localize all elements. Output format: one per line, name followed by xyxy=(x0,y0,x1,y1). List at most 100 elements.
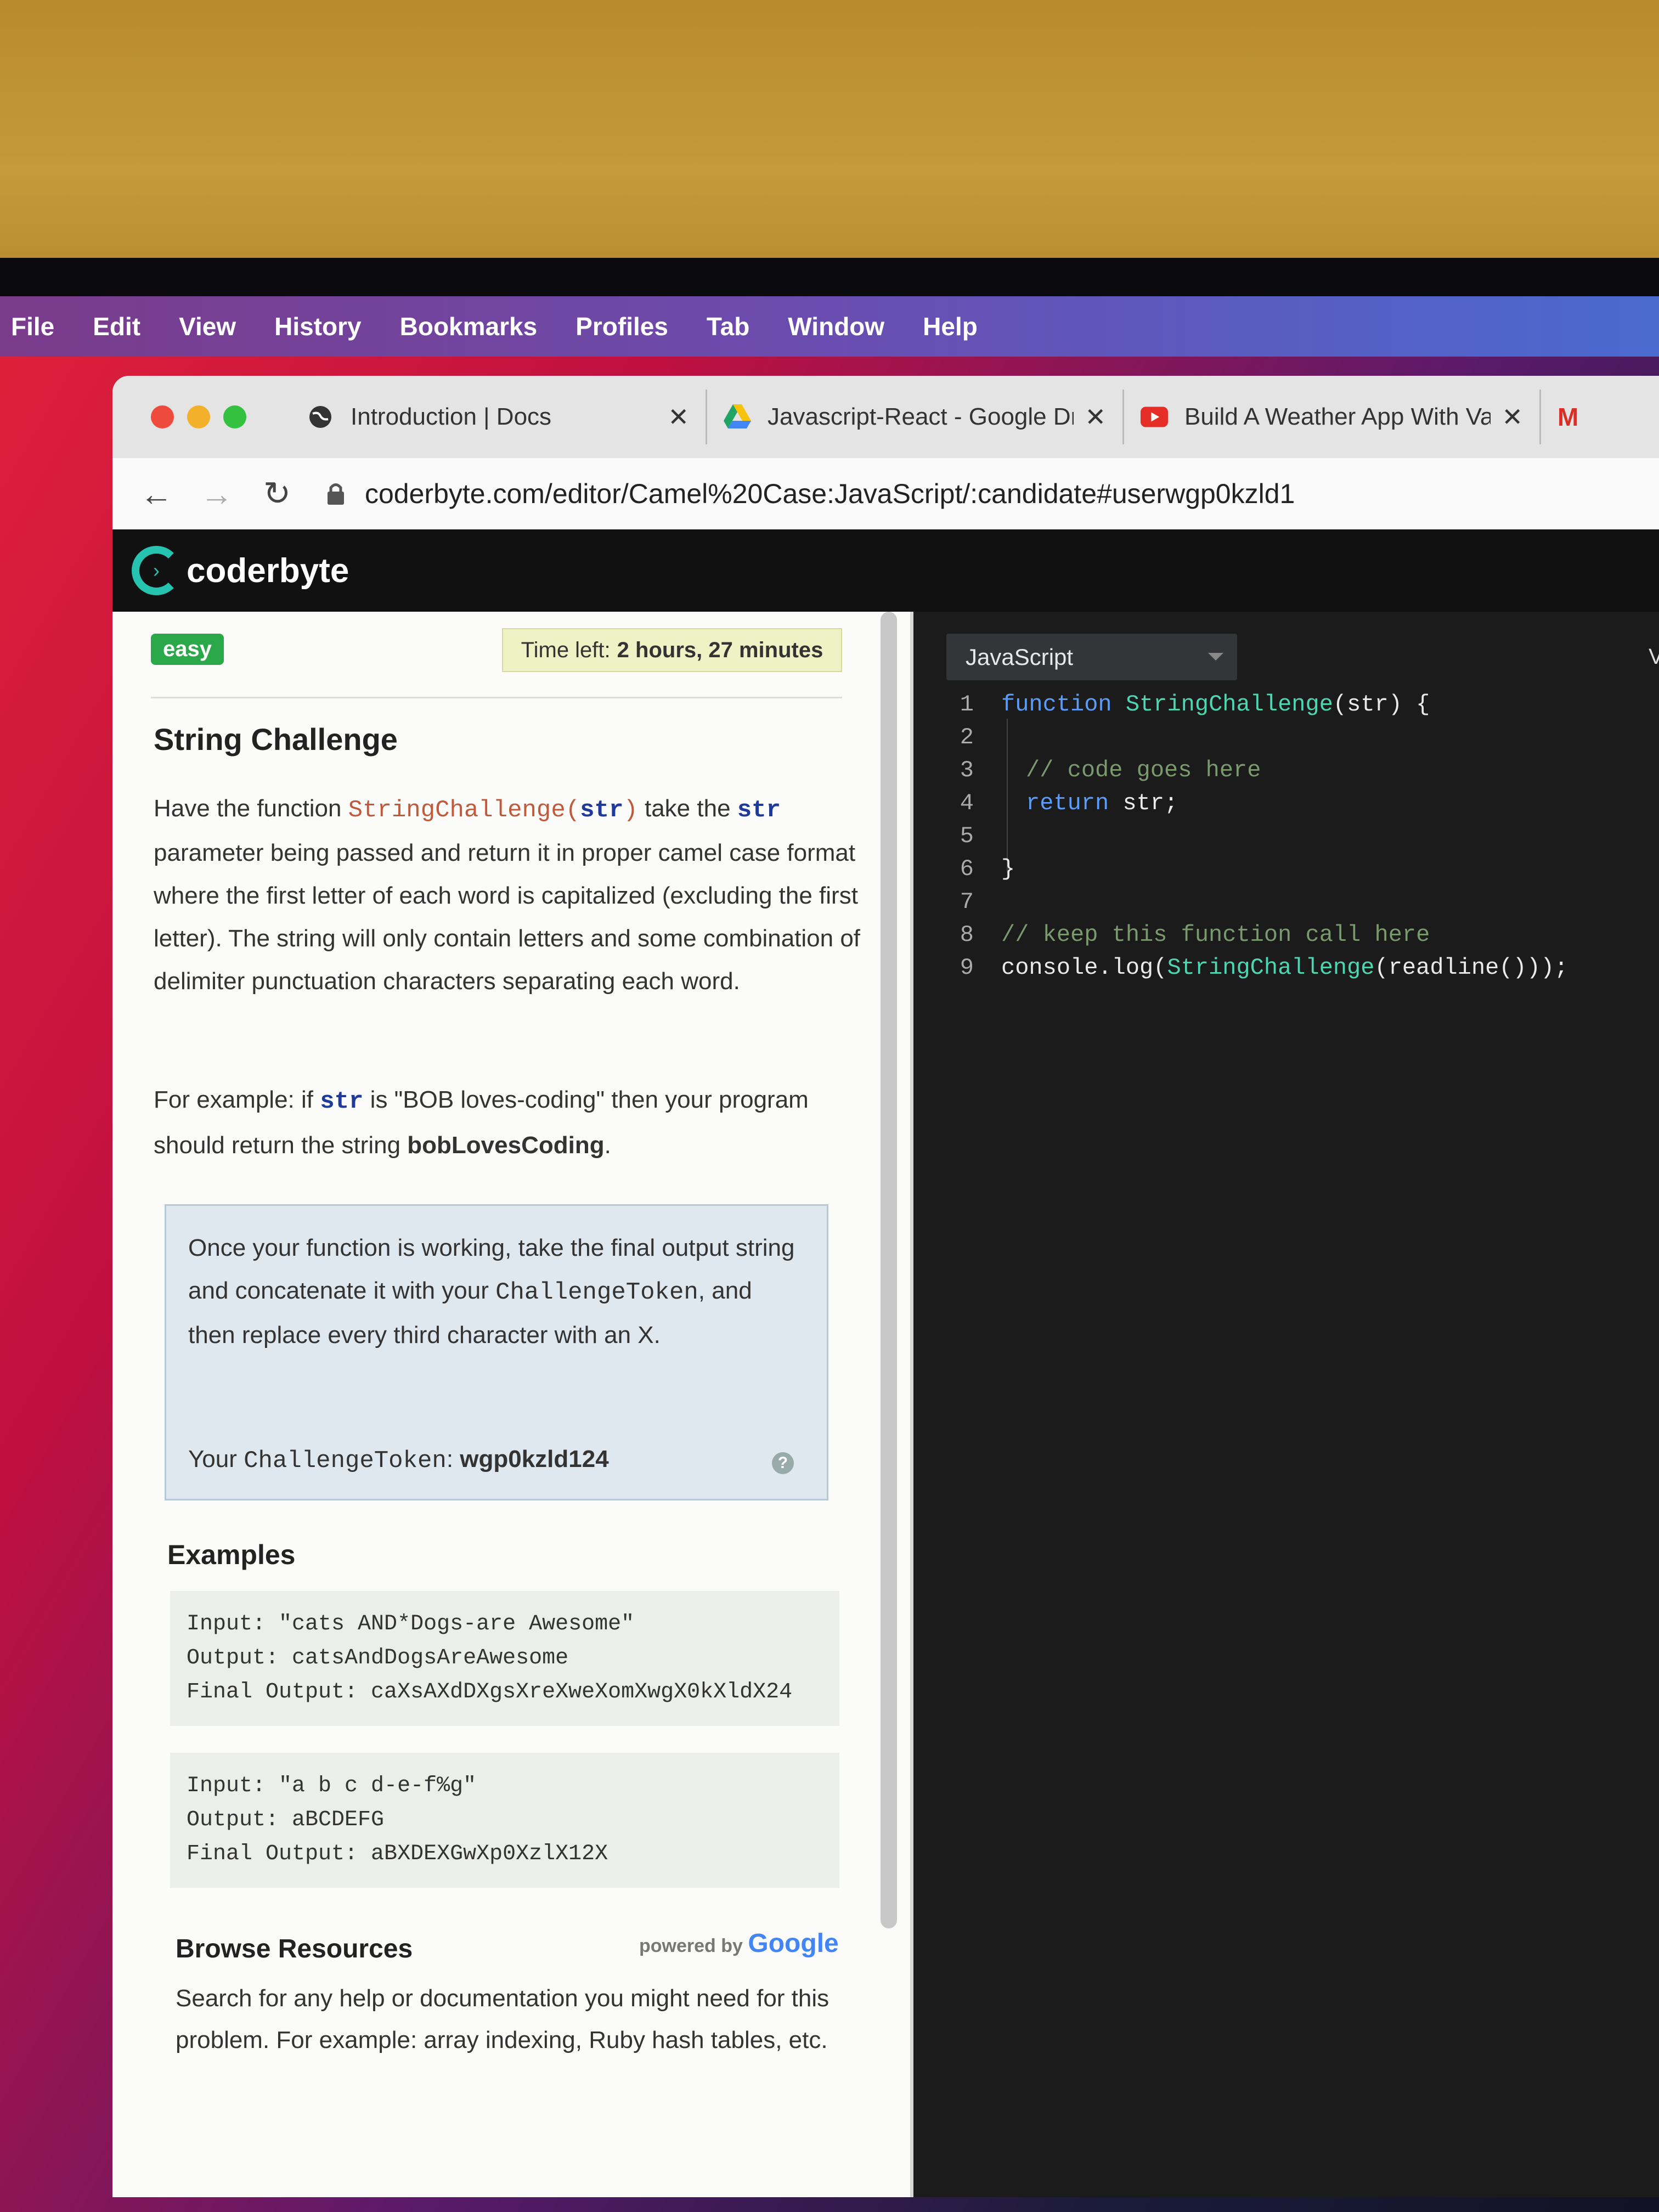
menu-help[interactable]: Help xyxy=(923,312,978,341)
difficulty-badge: easy xyxy=(151,634,224,665)
token-label: Your xyxy=(188,1446,244,1472)
tab-gmail[interactable]: M xyxy=(1541,390,1607,444)
example-final-output: Final Output: aBXDEXGwXp0XzlX12X xyxy=(187,1842,608,1866)
browser-window: Introduction | Docs ✕ Javascript-React -… xyxy=(112,376,1659,2197)
divider xyxy=(151,697,842,698)
mac-menu-bar: File Edit View History Bookmarks Profile… xyxy=(0,296,1659,357)
keyword: return xyxy=(1026,790,1123,816)
close-tab-icon[interactable]: ✕ xyxy=(1502,402,1523,432)
challenge-panel: easy Time left: 2 hours, 27 minutes Stri… xyxy=(112,612,913,2197)
code-token: (str) { xyxy=(1333,691,1430,718)
menu-history[interactable]: History xyxy=(274,312,361,341)
line-content: function StringChallenge(str) { xyxy=(1001,691,1430,718)
powered-by-label: powered by xyxy=(639,1936,743,1956)
tab-title: Javascript-React - Google Driv xyxy=(768,403,1074,430)
time-left-value: 2 hours, 27 minutes xyxy=(617,637,823,662)
str-keyword: str xyxy=(320,1088,364,1115)
line-number: 1 xyxy=(960,691,974,718)
lock-icon xyxy=(326,480,348,507)
desc-text: parameter being passed and return it in … xyxy=(154,839,861,995)
close-tab-icon[interactable]: ✕ xyxy=(1085,402,1106,432)
function-token: StringChallenge xyxy=(1125,691,1333,718)
line-number: 7 xyxy=(960,889,974,915)
maximize-window-button[interactable] xyxy=(223,405,246,428)
example-output: Output: aBCDEFG xyxy=(187,1808,385,1832)
menu-bookmarks[interactable]: Bookmarks xyxy=(400,312,538,341)
gmail-icon: M xyxy=(1558,403,1579,431)
window-controls xyxy=(151,405,246,428)
example-output: Output: catsAndDogsAreAwesome xyxy=(187,1646,569,1671)
line-number: 5 xyxy=(960,823,974,849)
monitor-bezel xyxy=(0,258,1659,302)
indent-guide xyxy=(1007,719,1008,872)
token-value: wgp0kzld124 xyxy=(460,1446,609,1472)
menu-profiles[interactable]: Profiles xyxy=(575,312,668,341)
browse-resources-text: Search for any help or documentation you… xyxy=(176,1985,830,2053)
examples-title: Examples xyxy=(167,1539,296,1570)
line-number: 6 xyxy=(960,856,974,882)
coderbyte-logo-icon: › xyxy=(132,546,181,595)
tab-title: Build A Weather App With Vani xyxy=(1184,403,1491,430)
token-instructions: Once your function is working, take the … xyxy=(188,1227,805,1357)
powered-by-google: powered by Google xyxy=(639,1928,839,1959)
str-keyword: str xyxy=(737,797,781,824)
example-block: Input: "a b c d-e-f%g" Output: aBCDEFG F… xyxy=(170,1753,839,1888)
tab-youtube[interactable]: Build A Weather App With Vani ✕ xyxy=(1124,390,1541,444)
editor-toolbar-label: V xyxy=(1649,645,1659,669)
line-number: 9 xyxy=(960,955,974,981)
token-label: : xyxy=(446,1446,460,1472)
address-bar: ← → ↻ coderbyte.com/editor/Camel%20Case:… xyxy=(112,458,1659,531)
google-drive-icon xyxy=(724,403,751,431)
menu-file[interactable]: File xyxy=(11,312,54,341)
forward-arrow-icon[interactable]: → xyxy=(200,475,233,513)
challenge-token-line: Your ChallengeToken: wgp0kzld124 xyxy=(188,1438,609,1482)
challenge-token-box: Once your function is working, take the … xyxy=(165,1204,828,1500)
code-token: (readline())); xyxy=(1374,955,1568,981)
example-final-output: Final Output: caXsAXdDXgsXreXweXomXwgX0k… xyxy=(187,1680,793,1705)
google-logo-icon: Google xyxy=(748,1929,839,1958)
code-editor[interactable]: JavaScript V 1 function StringChallenge(s… xyxy=(913,612,1659,2197)
keyword: function xyxy=(1001,691,1126,718)
code-token: } xyxy=(1001,856,1015,882)
tab-title: Introduction | Docs xyxy=(351,403,552,430)
menu-edit[interactable]: Edit xyxy=(93,312,140,341)
time-left-label: Time left: xyxy=(521,637,611,662)
line-number: 2 xyxy=(960,724,974,751)
example-input: Input: "a b c d-e-f%g" xyxy=(187,1774,477,1798)
menu-window[interactable]: Window xyxy=(788,312,884,341)
url-field[interactable]: coderbyte.com/editor/Camel%20Case:JavaSc… xyxy=(365,478,1295,510)
token-word: ChallengeToken xyxy=(495,1279,698,1306)
scrollbar[interactable] xyxy=(881,612,897,1928)
function-token: StringChallenge xyxy=(1167,955,1375,981)
code-comment: // keep this function call here xyxy=(1001,922,1430,948)
function-arg: str xyxy=(580,797,624,824)
function-name: StringChallenge( xyxy=(348,797,580,824)
language-select[interactable]: JavaScript xyxy=(946,634,1237,680)
help-icon[interactable]: ? xyxy=(772,1452,794,1474)
example-block: Input: "cats AND*Dogs-are Awesome" Outpu… xyxy=(170,1591,839,1726)
tab-introduction-docs[interactable]: Introduction | Docs ✕ xyxy=(290,390,707,444)
youtube-icon xyxy=(1141,403,1168,431)
tab-strip: Introduction | Docs ✕ Javascript-React -… xyxy=(112,376,1659,458)
close-tab-icon[interactable]: ✕ xyxy=(668,402,689,432)
menu-tab[interactable]: Tab xyxy=(707,312,749,341)
example-input: Input: "cats AND*Dogs-are Awesome" xyxy=(187,1612,635,1637)
code-comment: // code goes here xyxy=(1026,757,1261,783)
line-number: 8 xyxy=(960,922,974,948)
example-result: bobLovesCoding xyxy=(407,1132,605,1159)
reload-icon[interactable]: ↻ xyxy=(261,475,294,513)
line-number: 3 xyxy=(960,757,974,783)
menu-view[interactable]: View xyxy=(179,312,236,341)
token-label-word: ChallengeToken xyxy=(244,1447,447,1475)
background-wall xyxy=(0,0,1659,285)
globe-icon xyxy=(307,403,334,431)
tab-google-drive[interactable]: Javascript-React - Google Driv ✕ xyxy=(707,390,1124,444)
desc-text: take the xyxy=(637,795,737,822)
example-text: For example: if xyxy=(154,1086,320,1113)
close-window-button[interactable] xyxy=(151,405,174,428)
line-content: console.log(StringChallenge(readline()))… xyxy=(1001,955,1568,981)
minimize-window-button[interactable] xyxy=(187,405,210,428)
back-arrow-icon[interactable]: ← xyxy=(140,475,173,513)
desktop-screen: File Edit View History Bookmarks Profile… xyxy=(0,296,1659,2212)
example-text: . xyxy=(604,1132,611,1159)
